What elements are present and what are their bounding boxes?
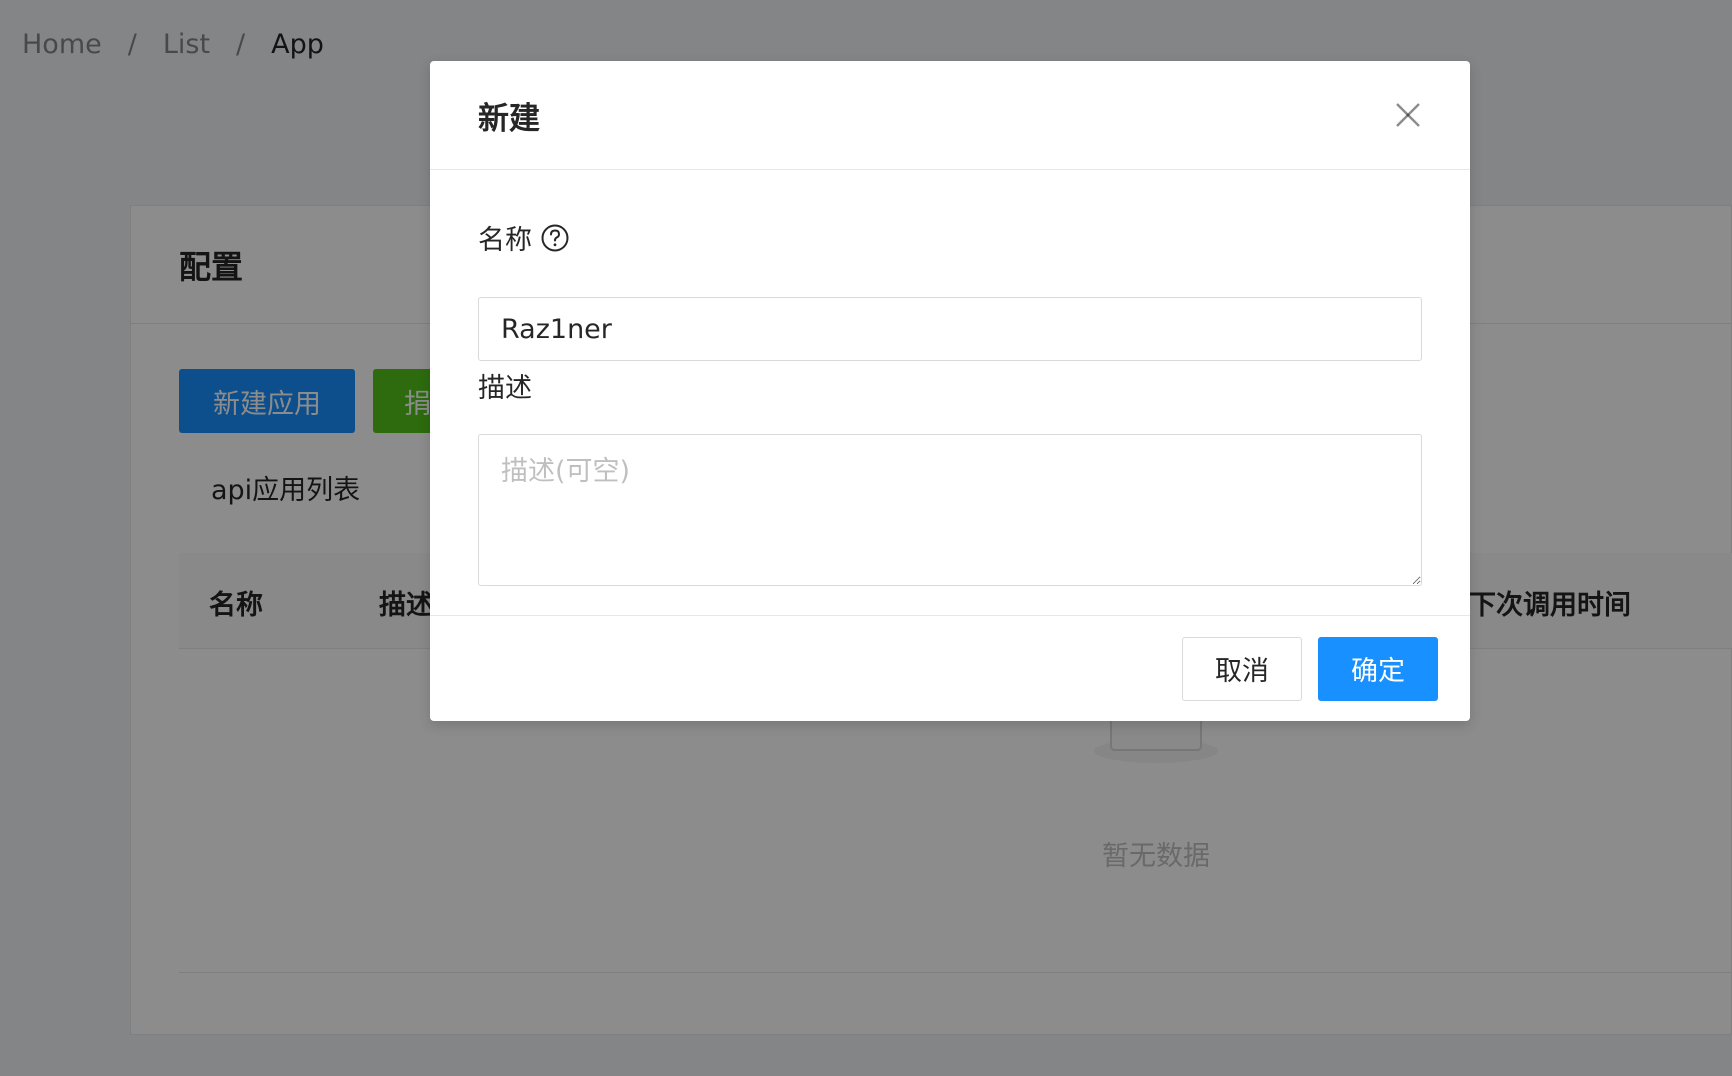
cancel-button[interactable]: 取消 bbox=[1182, 636, 1302, 701]
confirm-button[interactable]: 确定 bbox=[1318, 636, 1438, 701]
name-input[interactable]: Raz1ner bbox=[478, 297, 1422, 361]
description-label: 描述 bbox=[478, 366, 532, 405]
create-modal: 新建 名称 Raz1ner 描述 取消 确定 bbox=[430, 61, 1470, 721]
description-textarea[interactable] bbox=[478, 434, 1422, 586]
name-label-text: 名称 bbox=[478, 225, 532, 256]
modal-body: 名称 Raz1ner 描述 bbox=[430, 170, 1470, 611]
modal-footer: 取消 确定 bbox=[430, 615, 1470, 721]
name-label: 名称 bbox=[478, 218, 570, 257]
modal-header: 新建 bbox=[430, 61, 1470, 170]
close-icon[interactable] bbox=[1388, 95, 1428, 135]
modal-title: 新建 bbox=[478, 100, 540, 137]
description-label-text: 描述 bbox=[478, 373, 532, 404]
question-circle-icon[interactable] bbox=[540, 223, 570, 253]
